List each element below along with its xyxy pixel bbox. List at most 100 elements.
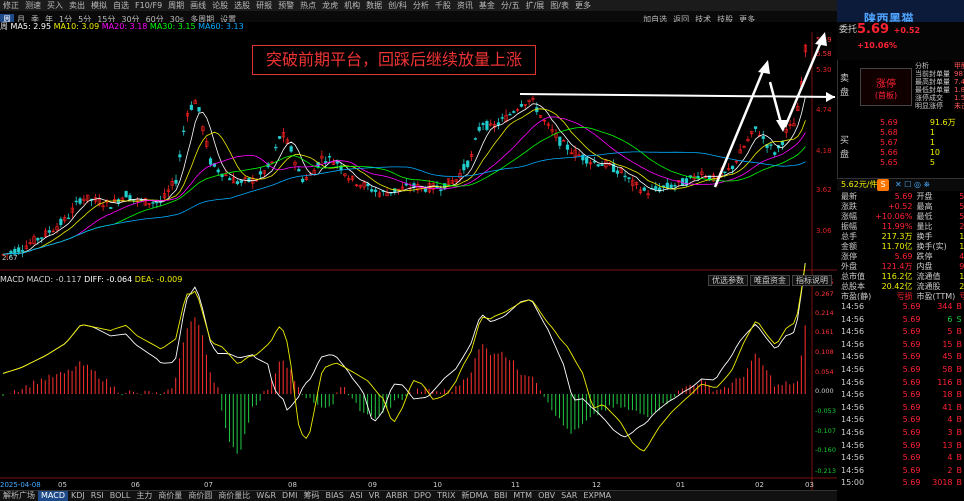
- arrow-head-icon: [826, 92, 835, 102]
- tick-time: 14:56: [839, 440, 878, 453]
- time-tick-label: 03: [805, 481, 814, 489]
- top-menu-item[interactable]: 卖出: [66, 0, 88, 11]
- top-menu-item[interactable]: 买入: [44, 0, 66, 11]
- tab-commission[interactable]: 委托: [839, 22, 857, 35]
- top-menu-item[interactable]: 龙虎: [319, 0, 341, 11]
- ma5-value: MA5: 2.95: [11, 22, 52, 31]
- top-menu-item[interactable]: 资讯: [454, 0, 476, 11]
- kline-chart[interactable]: 5.695.585.304.744.183.623.062.670.2950.2…: [0, 32, 837, 490]
- fund-flow-button[interactable]: 唯盘资金: [750, 275, 790, 286]
- top-menu-item[interactable]: 基金: [476, 0, 498, 11]
- top-menu-item[interactable]: 研报: [253, 0, 275, 11]
- buy-price: 5.66: [852, 148, 900, 158]
- top-menu-item[interactable]: 论股: [209, 0, 231, 11]
- top-menu-item[interactable]: 分/五: [498, 0, 523, 11]
- tick-time: 14:56: [839, 364, 878, 377]
- top-menu-item[interactable]: 扩/展: [523, 0, 548, 11]
- stat-label: 最新: [839, 192, 873, 202]
- period-button[interactable]: 1分: [56, 14, 75, 22]
- top-menu-item[interactable]: 修正: [0, 0, 22, 11]
- stat-label: 涨幅: [839, 212, 873, 222]
- top-menu-item[interactable]: 热点: [297, 0, 319, 11]
- top-menu-item[interactable]: 模拟: [88, 0, 110, 11]
- analysis-key: 最低封单量: [913, 86, 952, 94]
- top-menu-item[interactable]: 千股: [432, 0, 454, 11]
- top-menu-item[interactable]: F10/F9: [132, 0, 165, 11]
- candle-body: [290, 147, 293, 152]
- stat-value: +0.52: [873, 202, 914, 212]
- top-menu-item[interactable]: 图/表: [547, 0, 572, 11]
- period-button[interactable]: 年: [42, 14, 56, 22]
- macd-indicator-name: MACD: [0, 275, 24, 284]
- top-menu-item[interactable]: 周期: [165, 0, 187, 11]
- candle-body: [666, 183, 669, 188]
- period-button[interactable]: 周: [0, 14, 14, 22]
- candle-body: [79, 199, 82, 204]
- candle-body: [182, 131, 185, 132]
- period-button[interactable]: 5分: [75, 14, 94, 22]
- period-button[interactable]: 设置: [217, 14, 239, 22]
- analysis-value: 未击穿: [952, 102, 964, 110]
- candle-body: [509, 114, 512, 115]
- ma5-line: [3, 96, 805, 254]
- top-menu-item[interactable]: 数据: [363, 0, 385, 11]
- toolbar-icons[interactable]: ✕ ☐ ◎ ⛯: [895, 179, 930, 191]
- buy-volume: 91.6万: [900, 118, 958, 128]
- candle-body: [559, 137, 562, 145]
- top-menu-item[interactable]: 创/科: [385, 0, 410, 11]
- period-button[interactable]: 多周期: [187, 14, 217, 22]
- analysis-value: 1.89亿: [952, 86, 964, 94]
- stat-value: 20.42亿: [957, 282, 964, 292]
- period-button[interactable]: 15分: [94, 14, 118, 22]
- indicator-help-button[interactable]: 指标说明: [792, 275, 832, 286]
- period-button[interactable]: 30s: [167, 14, 187, 22]
- limit-up-title: 涨停: [861, 75, 911, 90]
- tick-time: 14:56: [839, 377, 878, 390]
- candle-body: [152, 203, 155, 204]
- top-menu-item[interactable]: 机构: [341, 0, 363, 11]
- stat-label: 涨跌: [839, 202, 873, 212]
- period-button[interactable]: 30分: [118, 14, 142, 22]
- period-button[interactable]: 60分: [143, 14, 167, 22]
- period-button[interactable]: 月: [14, 14, 28, 22]
- period-button[interactable]: 季: [28, 14, 42, 22]
- stat-value: 116.2亿: [873, 272, 914, 282]
- candle-body: [275, 147, 278, 148]
- tick-volume: 18: [922, 389, 954, 402]
- top-menu-item[interactable]: 更多: [572, 0, 594, 11]
- top-menu-item[interactable]: 画线: [187, 0, 209, 11]
- top-menu-item[interactable]: 测速: [22, 0, 44, 11]
- stat-value: 217.3万: [873, 232, 914, 242]
- tick-price: 5.69: [878, 364, 922, 377]
- right-tool-button[interactable]: 返回: [670, 14, 692, 22]
- time-tick-label: 2025-04-08: [0, 481, 41, 489]
- tick-direction: S: [955, 314, 964, 327]
- price-tick-label: 5.30: [816, 66, 832, 74]
- top-menu-item[interactable]: 选股: [231, 0, 253, 11]
- macd-tick-label: 0.267: [815, 290, 834, 298]
- top-menu-item[interactable]: 分析: [410, 0, 432, 11]
- buy-price: 5.69: [852, 118, 900, 128]
- tick-volume: 3018: [922, 477, 954, 490]
- candle-body: [60, 219, 63, 224]
- top-menu-item[interactable]: 自选: [110, 0, 132, 11]
- analysis-table: 分析甲醇涨价+焦化当前封单量9818万最高封单量7.45%最低封单量1.89亿涨…: [913, 62, 964, 110]
- tick-price: 5.69: [878, 440, 922, 453]
- top-menu-item[interactable]: 预警: [275, 0, 297, 11]
- optimize-params-button[interactable]: 优选参数: [708, 275, 748, 286]
- right-tool-button[interactable]: 技股: [714, 14, 736, 22]
- stat-value: 10.72%: [957, 232, 964, 242]
- period-toolbar: 周月季年1分5分15分30分60分30s多周期设置 加自选返回技术技股更多: [0, 11, 837, 22]
- candle-body: [674, 185, 677, 186]
- tick-volume: 116: [922, 377, 954, 390]
- candle-body: [497, 123, 500, 125]
- diff-line: [3, 263, 805, 437]
- right-tool-button[interactable]: 加自选: [640, 14, 670, 22]
- tick-price: 5.69: [878, 427, 922, 440]
- right-tool-button[interactable]: 技术: [692, 14, 714, 22]
- right-tool-button[interactable]: 更多: [736, 14, 758, 22]
- s-badge-icon[interactable]: S: [877, 179, 889, 191]
- stat-value: 5.69: [957, 202, 964, 212]
- candle-body: [10, 251, 13, 253]
- candle-body: [301, 179, 304, 182]
